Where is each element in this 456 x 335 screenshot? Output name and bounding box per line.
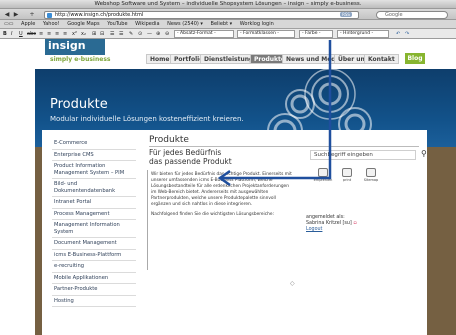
forward-icon[interactable]: ▶: [12, 11, 20, 18]
url-field[interactable]: http://www.insign.ch/produkte.html: [44, 11, 359, 19]
body-paragraph-2: Nachfolgend finden Sie die wichtigsten L…: [151, 212, 274, 217]
headline-line-1: Für jedes Bedürfnis: [149, 148, 222, 157]
link-icon[interactable]: ⊙: [138, 30, 142, 38]
undo-icon[interactable]: ↶: [396, 30, 400, 38]
paragraph-format-select[interactable]: - Absatz-Format -: [174, 30, 234, 38]
align-center-button[interactable]: ≡: [47, 30, 51, 38]
zoom-in-icon[interactable]: ⊕: [156, 30, 160, 38]
sidebar-item-enterprise-cms[interactable]: Enterprise CMS: [52, 150, 136, 161]
bold-button[interactable]: B: [3, 30, 7, 38]
recommend-icon: [318, 168, 328, 177]
strike-button[interactable]: abc: [27, 30, 36, 38]
sidebar-item-process-management[interactable]: Process Management: [52, 209, 136, 220]
login-user-name: Sabrina Kritzel [su]: [306, 221, 352, 226]
pencil-icon[interactable]: ✎: [129, 30, 133, 38]
site-favicon-icon: [47, 13, 52, 18]
numbered-list-button[interactable]: ☰: [119, 30, 123, 38]
sitemap-label: Sitemap: [363, 178, 379, 182]
sidebar-item-bilddatenbank[interactable]: Bild- und Dokumentendatenbank: [52, 179, 136, 197]
table-button[interactable]: ⊞: [92, 30, 96, 38]
print-icon: [342, 168, 352, 177]
sidebar-item-document-management[interactable]: Document Management: [52, 238, 136, 250]
rule-button[interactable]: —: [147, 30, 152, 38]
sitemap-icon: [366, 168, 376, 177]
bookmark-item[interactable]: News (2540) ▾: [167, 21, 203, 27]
bookmark-item[interactable]: Wikipedia: [135, 21, 159, 27]
reload-icon[interactable]: +: [28, 11, 36, 18]
sidebar-item-intranet-portal[interactable]: Intranet Portal: [52, 197, 136, 209]
underline-button[interactable]: U: [19, 30, 23, 38]
content-panel: E-Commerce Enterprise CMS Product Inform…: [42, 130, 427, 335]
menu-blog[interactable]: Blog: [405, 53, 425, 64]
search-icon[interactable]: ⚲: [421, 150, 429, 158]
hero-subtitle: Modular individuelle Lösungen kosteneffi…: [50, 115, 244, 123]
body-paragraph: Wir bieten für jedes Bedürfnis das richt…: [151, 172, 292, 207]
url-text: http://www.insign.ch/produkte.html: [55, 12, 144, 18]
background-select[interactable]: - Hintergrund -: [337, 30, 389, 38]
user-edit-icon[interactable]: ▫: [353, 221, 356, 226]
subscript-button[interactable]: x₂: [81, 30, 86, 38]
align-left-button[interactable]: ≡: [39, 30, 43, 38]
site-tagline: simply e-business: [50, 56, 111, 63]
sidebar-item-icms[interactable]: icms E-Business-Plattform: [52, 250, 136, 261]
italic-button[interactable]: I: [11, 30, 12, 38]
bookmarks-bar: ▭▭ Apple Yahoo! Google Maps YouTube Wiki…: [0, 20, 456, 29]
table-edit-button[interactable]: ⊟: [100, 30, 104, 38]
list-button[interactable]: ☰: [110, 30, 114, 38]
zoom-out-icon[interactable]: ⊖: [165, 30, 169, 38]
sitemap-button[interactable]: Sitemap: [360, 168, 382, 186]
google-search-field[interactable]: Google: [376, 11, 448, 19]
recommend-label: empfehlen: [313, 178, 333, 182]
justify-button[interactable]: ≡: [63, 30, 67, 38]
color-select[interactable]: - Farbe -: [299, 30, 333, 38]
bookmark-item[interactable]: Apple: [21, 21, 35, 27]
back-icon[interactable]: ◀: [3, 11, 11, 18]
sidebar-item-hosting[interactable]: Hosting: [52, 296, 136, 307]
sidebar-item-e-recruiting[interactable]: e-recruiting: [52, 261, 136, 273]
bookmark-item[interactable]: Worklog login: [240, 21, 274, 27]
sidebar-item-partner[interactable]: Partner-Produkte: [52, 284, 136, 296]
sidebar: E-Commerce Enterprise CMS Product Inform…: [52, 138, 136, 307]
sidebar-item-mis[interactable]: Management Information System: [52, 220, 136, 238]
page-title: Produkte: [149, 135, 189, 145]
sidebar-item-e-commerce[interactable]: E-Commerce: [52, 138, 136, 150]
menu-kontakt[interactable]: Kontakt: [364, 54, 399, 64]
hero-title: Produkte: [50, 97, 108, 112]
cursor-icon: ◇: [290, 280, 295, 287]
sidebar-item-pim[interactable]: Product Information Management System – …: [52, 161, 136, 179]
address-bar: ◀ ▶ + http://www.insign.ch/produkte.html…: [0, 9, 456, 20]
web-page: insign simply e-business Home Portfolio …: [0, 39, 456, 335]
rss-icon[interactable]: RSS: [340, 12, 352, 17]
bookmarks-icon[interactable]: ▭▭: [4, 21, 13, 27]
site-logo[interactable]: insign: [45, 39, 105, 55]
page-left-margin: [0, 39, 35, 335]
search-input[interactable]: Suchbegriff eingeben: [310, 150, 416, 160]
window-title: Webshop Software und System – individuel…: [0, 0, 456, 9]
login-info: angemeldet als: Sabrina Kritzel [su] ▫ L…: [306, 215, 357, 233]
print-button[interactable]: print: [336, 168, 358, 186]
redo-icon[interactable]: ↷: [405, 30, 409, 38]
superscript-button[interactable]: x²: [72, 30, 77, 38]
page-headline: Für jedes Bedürfnis das passende Produkt: [149, 148, 232, 166]
title-divider: [149, 146, 419, 147]
recommend-button[interactable]: empfehlen: [312, 168, 334, 186]
sidebar-item-mobile[interactable]: Mobile Applikationen: [52, 273, 136, 284]
align-right-button[interactable]: ≡: [55, 30, 59, 38]
bookmark-item[interactable]: Yahoo!: [43, 21, 60, 27]
bookmark-item[interactable]: Beliebt ▾: [211, 21, 233, 27]
format-class-select[interactable]: - Formatklassen -: [237, 30, 295, 38]
bookmark-item[interactable]: Google Maps: [67, 21, 99, 27]
editable-text-area[interactable]: Wir bieten für jedes Bedürfnis das richt…: [147, 170, 297, 270]
logout-link[interactable]: Logout: [306, 227, 322, 232]
headline-line-2: das passende Produkt: [149, 157, 232, 166]
editor-toolbar: B I U abc ≡ ≡ ≡ ≡ x² x₂ ⊞ ⊟ ☰ ☰ ✎ ⊙ — ⊕ …: [0, 29, 456, 39]
print-label: print: [342, 178, 352, 182]
bookmark-item[interactable]: YouTube: [107, 21, 127, 27]
